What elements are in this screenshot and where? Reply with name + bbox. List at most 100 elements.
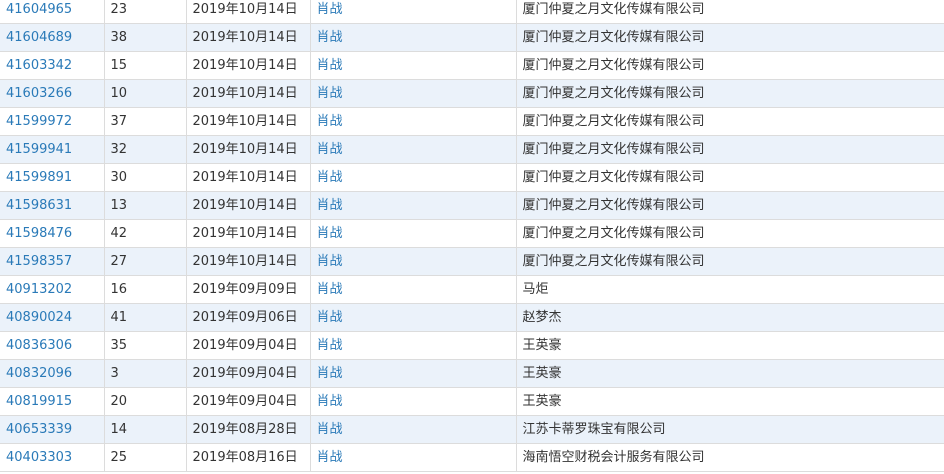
trademark-name-link[interactable]: 肖战 <box>317 310 343 325</box>
class-number-cell: 41 <box>104 303 187 332</box>
registration-number-link[interactable]: 41599972 <box>6 114 72 129</box>
registration-number-link[interactable]: 40819915 <box>6 394 72 409</box>
table-row: 40653339 14 2019年08月28日 肖战 江苏卡蒂罗珠宝有限公司 <box>0 415 944 444</box>
trademark-name-link[interactable]: 肖战 <box>317 86 343 101</box>
applicant-cell: 厦门仲夏之月文化传媒有限公司 <box>516 23 944 52</box>
class-number-text: 23 <box>110 2 128 17</box>
applicant-text: 厦门仲夏之月文化传媒有限公司 <box>522 58 705 73</box>
registration-number-cell: 41598357 <box>0 247 105 276</box>
registration-number-cell: 41599972 <box>0 107 105 136</box>
table-row: 41598357 27 2019年10月14日 肖战 厦门仲夏之月文化传媒有限公司 <box>0 247 944 276</box>
trademark-name-cell: 肖战 <box>310 163 517 192</box>
registration-number-link[interactable]: 40836306 <box>6 338 72 353</box>
applicant-text: 海南悟空财税会计服务有限公司 <box>522 450 705 465</box>
application-date-text: 2019年10月14日 <box>192 198 298 213</box>
applicant-cell: 江苏卡蒂罗珠宝有限公司 <box>516 415 944 444</box>
table-row: 41599891 30 2019年10月14日 肖战 厦门仲夏之月文化传媒有限公司 <box>0 163 944 192</box>
trademark-name-link[interactable]: 肖战 <box>317 422 343 437</box>
trademark-name-cell: 肖战 <box>310 443 517 472</box>
registration-number-link[interactable]: 41598357 <box>6 254 72 269</box>
class-number-text: 14 <box>110 422 128 437</box>
registration-number-cell: 40403303 <box>0 443 105 472</box>
registration-number-cell: 41604689 <box>0 23 105 52</box>
registration-number-link[interactable]: 41598631 <box>6 198 72 213</box>
application-date-text: 2019年10月14日 <box>192 114 298 129</box>
trademark-name-link[interactable]: 肖战 <box>317 450 343 465</box>
applicant-cell: 王英豪 <box>516 359 944 388</box>
class-number-text: 32 <box>110 142 128 157</box>
application-date-cell: 2019年10月14日 <box>186 219 311 248</box>
trademark-name-cell: 肖战 <box>310 107 517 136</box>
trademark-name-link[interactable]: 肖战 <box>317 282 343 297</box>
trademark-name-link[interactable]: 肖战 <box>317 338 343 353</box>
applicant-cell: 王英豪 <box>516 387 944 416</box>
trademark-name-link[interactable]: 肖战 <box>317 366 343 381</box>
application-date-cell: 2019年10月14日 <box>186 23 311 52</box>
trademark-name-cell: 肖战 <box>310 303 517 332</box>
applicant-text: 马炬 <box>522 282 549 297</box>
trademark-name-link[interactable]: 肖战 <box>317 114 343 129</box>
application-date-cell: 2019年10月14日 <box>186 79 311 108</box>
registration-number-cell: 40832096 <box>0 359 105 388</box>
application-date-cell: 2019年09月09日 <box>186 275 311 304</box>
table-row: 40819915 20 2019年09月04日 肖战 王英豪 <box>0 387 944 416</box>
trademark-name-cell: 肖战 <box>310 387 517 416</box>
trademark-name-link[interactable]: 肖战 <box>317 58 343 73</box>
applicant-text: 王英豪 <box>522 366 562 381</box>
trademark-name-cell: 肖战 <box>310 275 517 304</box>
trademark-name-link[interactable]: 肖战 <box>317 226 343 241</box>
class-number-text: 20 <box>110 394 128 409</box>
application-date-text: 2019年08月28日 <box>192 422 298 437</box>
application-date-text: 2019年10月14日 <box>192 226 298 241</box>
registration-number-link[interactable]: 40403303 <box>6 450 72 465</box>
class-number-text: 3 <box>110 366 119 381</box>
trademark-name-link[interactable]: 肖战 <box>317 170 343 185</box>
application-date-text: 2019年10月14日 <box>192 30 298 45</box>
registration-number-link[interactable]: 41604689 <box>6 30 72 45</box>
trademark-name-link[interactable]: 肖战 <box>317 2 343 17</box>
table-row: 40890024 41 2019年09月06日 肖战 赵梦杰 <box>0 303 944 332</box>
registration-number-link[interactable]: 40913202 <box>6 282 72 297</box>
applicant-cell: 厦门仲夏之月文化传媒有限公司 <box>516 0 944 24</box>
applicant-text: 厦门仲夏之月文化传媒有限公司 <box>522 2 705 17</box>
registration-number-link[interactable]: 41598476 <box>6 226 72 241</box>
application-date-cell: 2019年09月06日 <box>186 303 311 332</box>
class-number-cell: 13 <box>104 191 187 220</box>
registration-number-link[interactable]: 41599891 <box>6 170 72 185</box>
table-row: 40836306 35 2019年09月04日 肖战 王英豪 <box>0 331 944 360</box>
trademark-name-link[interactable]: 肖战 <box>317 394 343 409</box>
class-number-cell: 15 <box>104 51 187 80</box>
trademark-name-link[interactable]: 肖战 <box>317 198 343 213</box>
table-row: 40832096 3 2019年09月04日 肖战 王英豪 <box>0 359 944 388</box>
registration-number-link[interactable]: 41603266 <box>6 86 72 101</box>
applicant-text: 王英豪 <box>522 338 562 353</box>
applicant-cell: 厦门仲夏之月文化传媒有限公司 <box>516 51 944 80</box>
registration-number-link[interactable]: 40832096 <box>6 366 72 381</box>
class-number-cell: 37 <box>104 107 187 136</box>
application-date-text: 2019年10月14日 <box>192 2 298 17</box>
application-date-text: 2019年09月06日 <box>192 310 298 325</box>
table-row: 41603266 10 2019年10月14日 肖战 厦门仲夏之月文化传媒有限公司 <box>0 79 944 108</box>
registration-number-link[interactable]: 41604965 <box>6 2 72 17</box>
table-row: 41599941 32 2019年10月14日 肖战 厦门仲夏之月文化传媒有限公司 <box>0 135 944 164</box>
trademark-name-link[interactable]: 肖战 <box>317 142 343 157</box>
registration-number-link[interactable]: 41599941 <box>6 142 72 157</box>
application-date-text: 2019年09月04日 <box>192 338 298 353</box>
registration-number-link[interactable]: 40890024 <box>6 310 72 325</box>
registration-number-link[interactable]: 41603342 <box>6 58 72 73</box>
class-number-text: 41 <box>110 310 128 325</box>
registration-number-link[interactable]: 40653339 <box>6 422 72 437</box>
class-number-text: 25 <box>110 450 128 465</box>
class-number-text: 16 <box>110 282 128 297</box>
trademark-name-link[interactable]: 肖战 <box>317 30 343 45</box>
application-date-text: 2019年09月09日 <box>192 282 298 297</box>
application-date-cell: 2019年10月14日 <box>186 0 311 24</box>
table-row: 41603342 15 2019年10月14日 肖战 厦门仲夏之月文化传媒有限公司 <box>0 51 944 80</box>
trademark-name-link[interactable]: 肖战 <box>317 254 343 269</box>
trademark-name-cell: 肖战 <box>310 23 517 52</box>
trademark-name-cell: 肖战 <box>310 415 517 444</box>
class-number-cell: 30 <box>104 163 187 192</box>
application-date-text: 2019年10月14日 <box>192 142 298 157</box>
registration-number-cell: 40836306 <box>0 331 105 360</box>
application-date-text: 2019年09月04日 <box>192 394 298 409</box>
